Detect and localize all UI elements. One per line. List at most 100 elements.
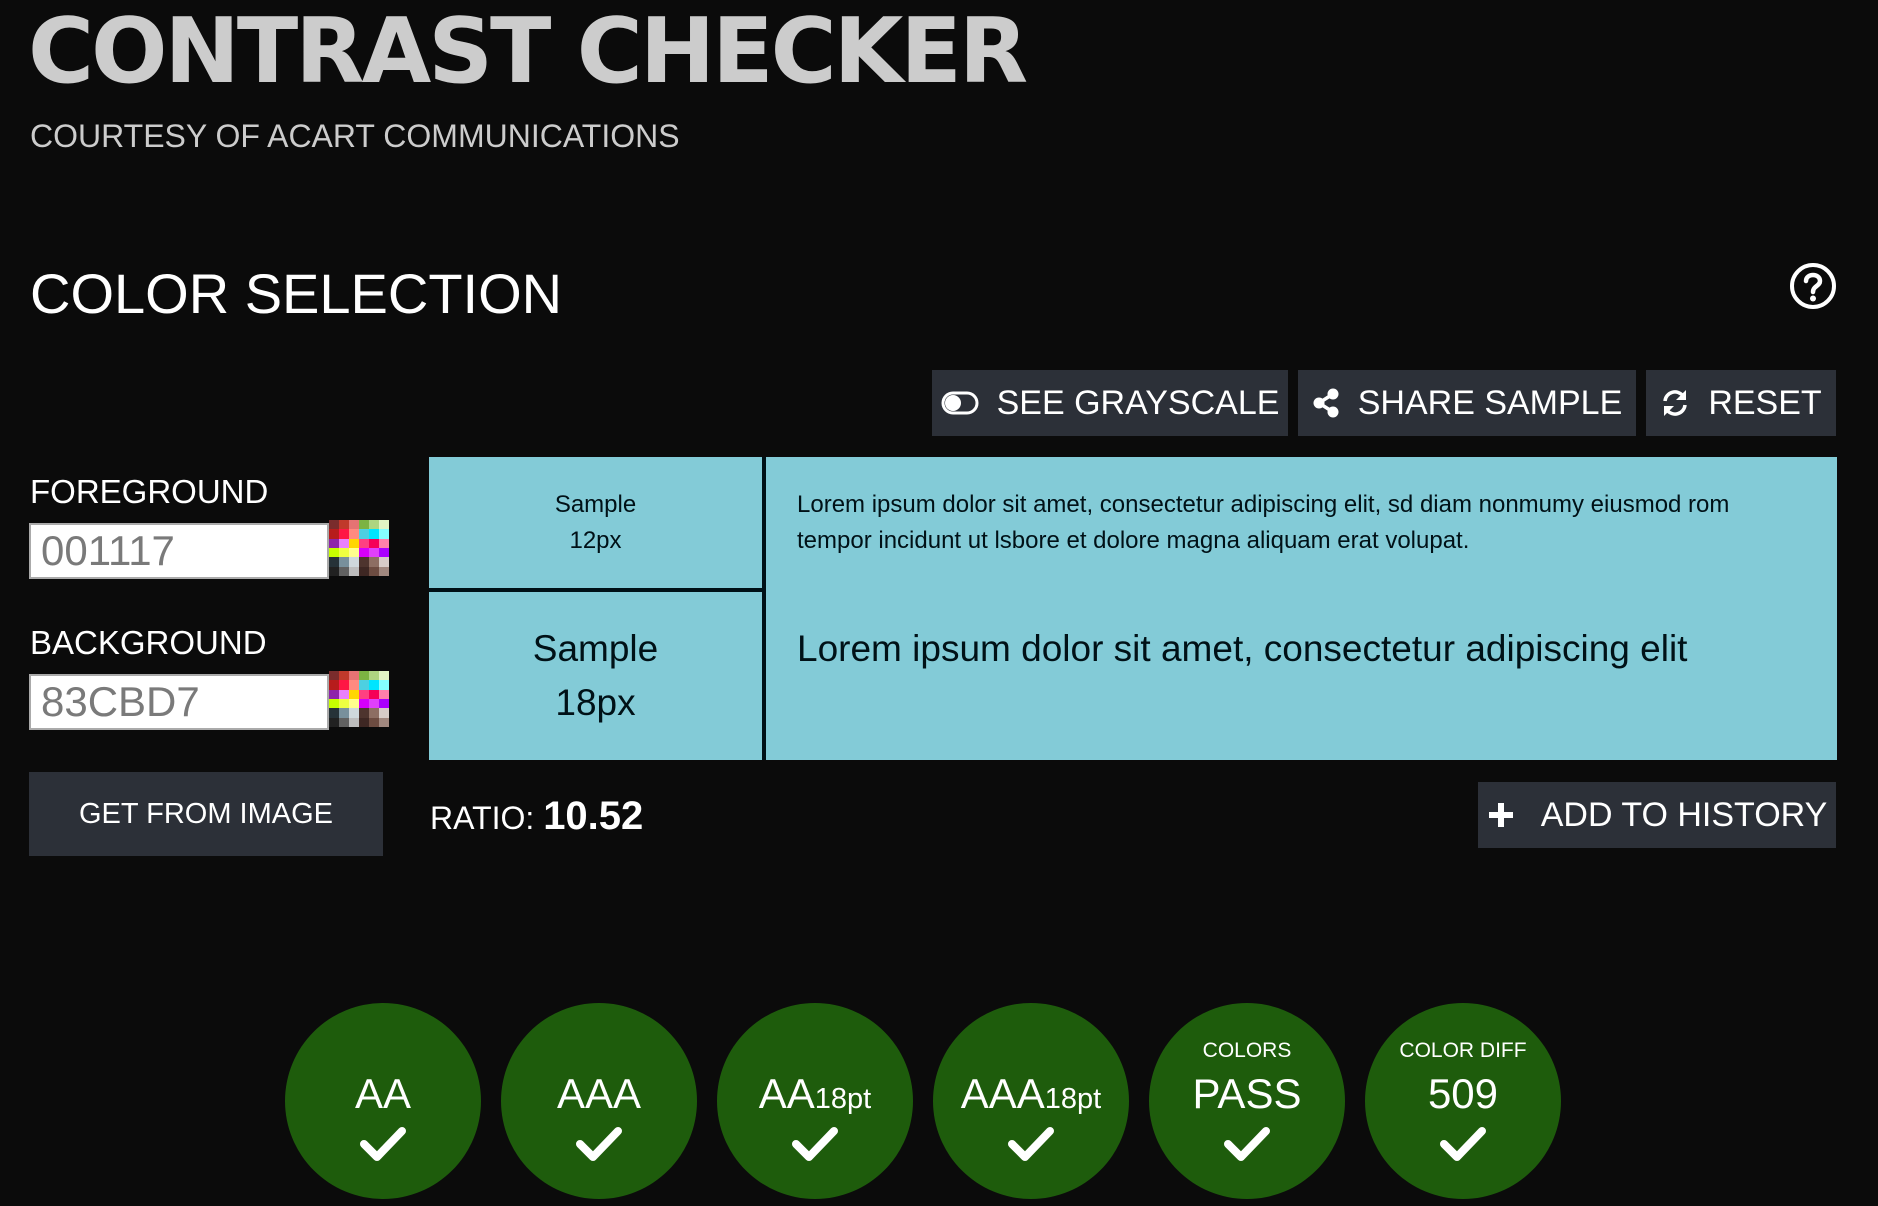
palette-swatch [379, 547, 389, 558]
palette-swatch [379, 671, 389, 681]
palette-swatch [359, 547, 369, 558]
palette-swatch [349, 689, 359, 699]
sample-18px-text: Lorem ipsum dolor sit amet, consectetur … [797, 628, 1688, 669]
palette-swatch [359, 698, 369, 709]
check-icon [792, 1127, 838, 1161]
result-badge-color-diff: COLOR DIFF 509 [1365, 1003, 1561, 1199]
result-badge-aa: AA [285, 1003, 481, 1199]
palette-swatch [369, 680, 379, 690]
sample-divider-vertical [762, 457, 766, 760]
palette-swatch [339, 529, 349, 539]
foreground-color-picker-icon[interactable] [329, 520, 389, 576]
question-circle-icon[interactable] [1789, 262, 1837, 310]
toggle-icon [941, 391, 979, 415]
contrast-ratio: RATIO: 10.52 [430, 792, 643, 842]
palette-swatch [329, 708, 339, 718]
sample-preview: Sample 12px Sample 18px Lorem ipsum dolo… [429, 457, 1837, 760]
see-grayscale-button[interactable]: SEE GRAYSCALE [932, 370, 1288, 436]
contrast-checker-page: CONTRAST CHECKER COURTESY OF ACART COMMU… [0, 0, 1878, 1206]
palette-swatch [369, 557, 379, 567]
palette-swatch [359, 689, 369, 699]
add-to-history-button[interactable]: ADD TO HISTORY [1478, 782, 1836, 848]
palette-swatch [349, 680, 359, 690]
palette-swatch [349, 671, 359, 681]
palette-swatch [329, 529, 339, 539]
palette-swatch [369, 708, 379, 718]
palette-swatch [329, 671, 339, 681]
badge-main-text: 509 [1427, 1070, 1499, 1117]
sample-18px-label-line1: Sample [532, 628, 659, 669]
check-icon [1440, 1127, 1486, 1161]
palette-swatch [359, 671, 369, 681]
badge-main-text: AA [758, 1070, 815, 1117]
palette-swatch [339, 708, 349, 718]
palette-swatch [359, 529, 369, 539]
palette-swatch [339, 520, 349, 530]
result-badge-colors: COLORS PASS [1149, 1003, 1345, 1199]
app-title: CONTRAST CHECKER [28, 0, 1028, 104]
sample-12px-label-line1: Sample [554, 490, 637, 518]
ratio-label: RATIO: [430, 800, 535, 836]
add-to-history-label: ADD TO HISTORY [1540, 795, 1828, 834]
sample-18px-label-line2: 18px [555, 682, 636, 723]
result-badge-aaa-18pt: AAA18pt [933, 1003, 1129, 1199]
palette-swatch [359, 717, 369, 727]
palette-swatch [339, 680, 349, 690]
palette-swatch [339, 698, 349, 709]
badge-sub-text: 18pt [1044, 1083, 1102, 1115]
sample-12px-label-line2: 12px [569, 526, 622, 554]
badge-main-label: AA [285, 1069, 481, 1124]
background-hex-input[interactable] [29, 674, 329, 730]
palette-swatch [379, 680, 389, 690]
palette-swatch [349, 566, 359, 576]
palette-swatch [329, 547, 339, 558]
palette-swatch [349, 708, 359, 718]
palette-swatch [379, 717, 389, 727]
badge-top-label: COLORS [1202, 1039, 1292, 1062]
palette-swatch [339, 671, 349, 681]
badge-main-label: 509 [1365, 1069, 1561, 1124]
palette-swatch [369, 717, 379, 727]
palette-swatch [349, 547, 359, 558]
palette-swatch [379, 566, 389, 576]
palette-swatch [329, 689, 339, 699]
check-icon [360, 1127, 406, 1161]
palette-swatch [379, 708, 389, 718]
palette-swatch [329, 698, 339, 709]
palette-swatch [329, 717, 339, 727]
palette-swatch [379, 689, 389, 699]
background-label: BACKGROUND [30, 624, 267, 661]
sample-12px-text: Lorem ipsum dolor sit amet, consectetur … [797, 491, 1730, 554]
palette-swatch [329, 680, 339, 690]
palette-swatch [379, 698, 389, 709]
see-grayscale-label: SEE GRAYSCALE [996, 383, 1280, 422]
palette-swatch [349, 557, 359, 567]
reset-label: RESET [1708, 383, 1822, 422]
palette-swatch [359, 520, 369, 530]
badge-main-text: AAA [960, 1070, 1045, 1117]
reset-button[interactable]: RESET [1646, 370, 1836, 436]
foreground-hex-input[interactable] [29, 523, 329, 579]
plus-icon [1488, 803, 1513, 827]
badge-main-text: AA [354, 1070, 412, 1117]
share-sample-button[interactable]: SHARE SAMPLE [1298, 370, 1636, 436]
palette-swatch [329, 566, 339, 576]
badge-main-text: PASS [1192, 1070, 1302, 1117]
palette-swatch [339, 557, 349, 567]
app-subtitle: COURTESY OF ACART COMMUNICATIONS [30, 118, 680, 154]
check-icon [576, 1127, 622, 1161]
result-badge-aaa: AAA [501, 1003, 697, 1199]
palette-swatch [339, 566, 349, 576]
palette-swatch [369, 689, 379, 699]
palette-swatch [359, 538, 369, 548]
palette-swatch [329, 520, 339, 530]
sample-12px-label: Sample 12px [429, 457, 762, 588]
badge-main-label: AAA [501, 1069, 697, 1124]
palette-swatch [359, 566, 369, 576]
palette-swatch [349, 520, 359, 530]
badge-main-text: AAA [556, 1070, 642, 1117]
badge-main-label: PASS [1149, 1069, 1345, 1124]
background-color-picker-icon[interactable] [329, 671, 389, 727]
get-from-image-button[interactable]: GET FROM IMAGE [29, 772, 383, 856]
check-icon [1008, 1127, 1054, 1161]
